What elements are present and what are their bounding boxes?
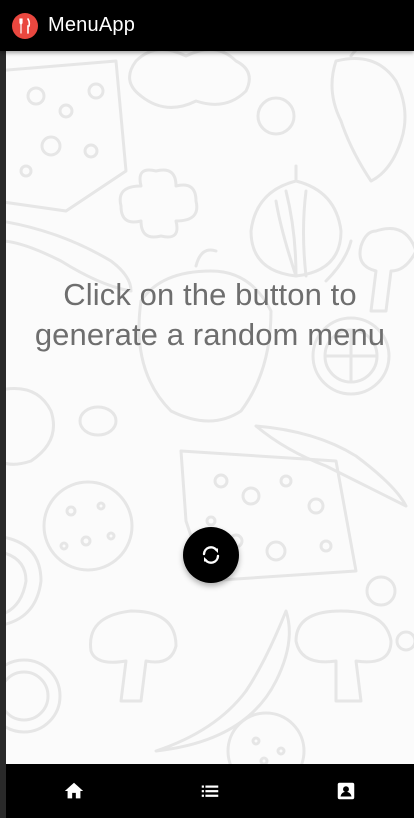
prompt-line-1: Click on the button to xyxy=(63,277,357,312)
nav-home-button[interactable] xyxy=(44,764,104,818)
refresh-icon xyxy=(202,546,220,564)
generate-menu-button[interactable] xyxy=(183,527,239,583)
nav-contact-button[interactable] xyxy=(316,764,376,818)
home-icon xyxy=(64,782,84,799)
prompt-line-2: generate a random menu xyxy=(34,317,386,352)
app-frame: MenuApp Click on the button to generate … xyxy=(0,0,414,818)
list-icon xyxy=(201,785,219,797)
main-content: Click on the button to generate a random… xyxy=(6,51,414,764)
fork-knife-icon xyxy=(12,12,38,39)
app-title: MenuApp xyxy=(48,14,136,36)
app-bar: MenuApp xyxy=(0,0,414,51)
contact-icon xyxy=(337,782,355,800)
bottom-navigation xyxy=(6,764,414,818)
nav-list-button[interactable] xyxy=(180,764,240,818)
food-doodle-background xyxy=(6,51,414,764)
generate-prompt-text: Click on the button to generate a random… xyxy=(6,275,414,355)
